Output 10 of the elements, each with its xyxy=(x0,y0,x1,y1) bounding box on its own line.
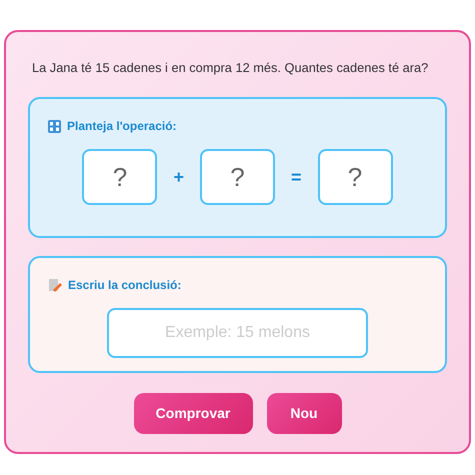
question-text: La Jana té 15 cadenes i en compra 12 més. Quantes cadenes té ara? xyxy=(32,59,430,77)
panel-title: Escriu la conclusió: xyxy=(68,277,182,294)
answer-box[interactable]: ? xyxy=(200,149,275,206)
new-button[interactable]: Nou xyxy=(266,393,342,434)
answer-box[interactable]: ? xyxy=(82,149,158,206)
operator-sign: + xyxy=(173,166,184,189)
check-button[interactable]: Comprovar xyxy=(134,393,252,434)
answer-box[interactable]: ? xyxy=(318,149,393,206)
panel-title: Planteja l'operació: xyxy=(67,118,177,136)
operator-sign: = xyxy=(291,166,302,189)
